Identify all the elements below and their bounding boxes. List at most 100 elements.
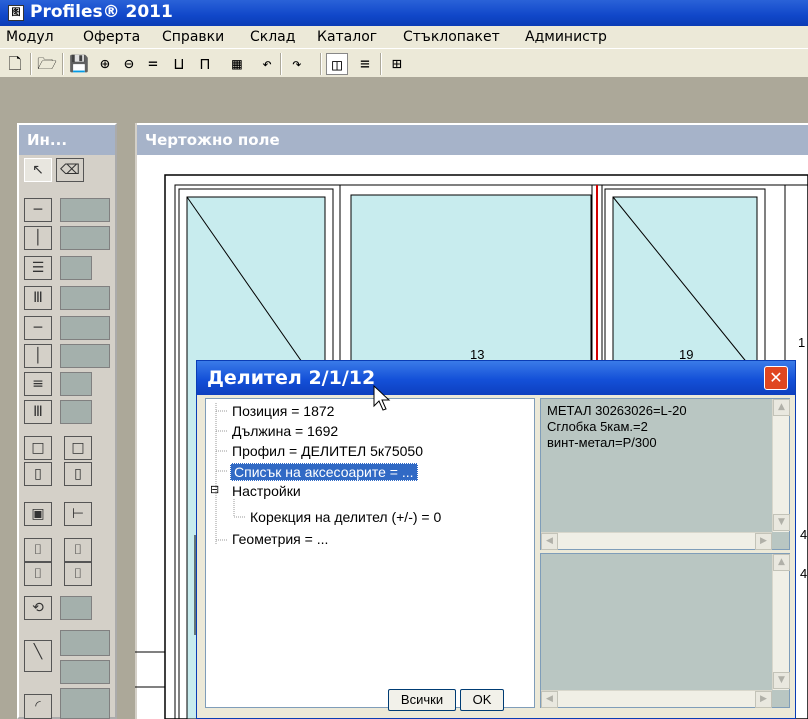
sash-icon[interactable]: □ — [64, 436, 92, 460]
tree-item-profile[interactable]: Профил = ДЕЛИТЕЛ 5к75050 — [232, 443, 423, 459]
tree-item-divider-correction[interactable]: Корекция на делител (+/-) = 0 — [250, 509, 441, 525]
drawing-title[interactable]: Чертожно поле — [137, 125, 808, 155]
palette-swatch[interactable] — [60, 596, 92, 620]
menu-sklad[interactable]: Склад — [250, 29, 295, 45]
v-divider-icon[interactable]: │ — [24, 226, 52, 250]
sash-icon[interactable]: ▯ — [64, 462, 92, 486]
menu-oferta[interactable]: Оферта — [83, 29, 140, 45]
profile-l-icon[interactable]: ⊔ — [168, 53, 190, 75]
redo-icon[interactable]: ↷ — [286, 53, 308, 75]
palette-swatch[interactable] — [60, 256, 92, 280]
dialog-title: Делител 2/1/12 — [207, 367, 376, 389]
palette-swatch[interactable] — [60, 660, 110, 684]
scroll-right-icon[interactable]: ▶ — [755, 691, 772, 708]
tree-item-geometry[interactable]: Геометрия = ... — [232, 531, 328, 547]
arc-icon[interactable]: ◜ — [24, 694, 52, 719]
door-icon[interactable]: ⌷ — [24, 562, 52, 586]
sash-icon[interactable]: □ — [24, 436, 52, 460]
door-icon[interactable]: ⌷ — [24, 538, 52, 562]
palette-swatch[interactable] — [60, 344, 110, 368]
toolbar-separator — [320, 53, 322, 75]
scroll-up-icon[interactable]: ▲ — [773, 399, 790, 416]
palette-swatch[interactable] — [60, 688, 110, 719]
palette-swatch[interactable] — [60, 372, 92, 396]
menu-administr[interactable]: Администр — [525, 29, 607, 45]
rotate-icon[interactable]: ⟲ — [24, 596, 52, 620]
sash-icon[interactable]: ▯ — [24, 462, 52, 486]
menu-spravki[interactable]: Справки — [162, 29, 224, 45]
h-divider-icon[interactable]: ─ — [24, 198, 52, 222]
multi-h-divider-icon[interactable]: ☰ — [24, 256, 52, 280]
h-line-icon[interactable]: ─ — [24, 316, 52, 340]
frame-icon[interactable]: ▣ — [24, 502, 52, 526]
palette-swatch[interactable] — [60, 630, 110, 656]
toolbar-separator — [280, 53, 282, 75]
palette-title[interactable]: Ин... — [19, 125, 115, 155]
toolbar: 🗋 🗁 💾 ⊕ ⊖ = ⊔ ⊓ ▦ ↶ ↷ ◫ ≡ ⊞ — [0, 48, 808, 78]
door-icon[interactable]: ⌷ — [64, 538, 92, 562]
close-icon[interactable]: ✕ — [764, 366, 788, 390]
h-lines-icon[interactable]: ≡ — [24, 372, 52, 396]
tree-item-length[interactable]: Дължина = 1692 — [232, 423, 338, 439]
memo-line: Сглобка 5кам.=2 — [547, 419, 648, 434]
dimension-label: 1 — [798, 335, 806, 350]
toolbar-separator — [380, 53, 382, 75]
grid-frame-icon[interactable]: ▦ — [222, 53, 252, 75]
secondary-memo[interactable]: ▲ ▼ ◀ ▶ — [540, 553, 790, 708]
v-line-icon[interactable]: │ — [24, 344, 52, 368]
palette-swatch[interactable] — [60, 316, 110, 340]
handle-icon[interactable]: ⊢ — [64, 502, 92, 526]
table-icon[interactable]: ⊞ — [386, 53, 408, 75]
menu-stakloplaket[interactable]: Стъклопакет — [403, 29, 500, 45]
toolbar-separator — [30, 53, 32, 75]
dimension-label: 4 — [800, 527, 808, 542]
dimension-label: 4 — [800, 566, 808, 581]
horizontal-scrollbar[interactable]: ◀ ▶ — [541, 532, 772, 550]
zoom-out-icon[interactable]: ⊖ — [118, 53, 140, 75]
menu-modul[interactable]: Модул — [6, 29, 54, 45]
menu-bar: Модул Оферта Справки Склад Каталог Стъкл… — [0, 26, 808, 48]
all-button[interactable]: Всички — [388, 689, 456, 711]
horizontal-scrollbar[interactable]: ◀ ▶ — [541, 690, 772, 708]
toolbar-separator — [62, 53, 64, 75]
new-icon[interactable]: 🗋 — [4, 53, 26, 75]
diagonal-icon[interactable]: ╲ — [24, 640, 52, 672]
vertical-scrollbar[interactable]: ▲ ▼ — [772, 399, 790, 532]
scroll-left-icon[interactable]: ◀ — [541, 533, 558, 550]
multi-v-divider-icon[interactable]: Ⅲ — [24, 286, 52, 310]
open-icon[interactable]: 🗁 — [36, 53, 58, 75]
eraser-icon[interactable]: ⌫ — [56, 158, 84, 182]
select-arrow-icon[interactable]: ↖ — [24, 158, 52, 182]
tree-item-accessories[interactable]: Списък на аксесоарите = ... — [230, 463, 418, 481]
menu-katalog[interactable]: Каталог — [317, 29, 377, 45]
scroll-up-icon[interactable]: ▲ — [773, 554, 790, 571]
v-lines-icon[interactable]: Ⅲ — [24, 400, 52, 424]
memo-line: винт-метал=P/300 — [547, 435, 657, 450]
palette-swatch[interactable] — [60, 198, 110, 222]
collapse-icon[interactable]: ⊟ — [210, 483, 219, 496]
profile-t-icon[interactable]: ⊓ — [194, 53, 216, 75]
mouse-cursor-icon — [373, 384, 391, 411]
tree-item-settings[interactable]: Настройки — [232, 483, 301, 499]
scroll-down-icon[interactable]: ▼ — [773, 514, 790, 531]
undo-icon[interactable]: ↶ — [256, 53, 278, 75]
palette-swatch[interactable] — [60, 400, 92, 424]
app-icon: 图 — [8, 5, 24, 21]
scroll-down-icon[interactable]: ▼ — [773, 672, 790, 689]
zoom-in-icon[interactable]: ⊕ — [94, 53, 116, 75]
equal-icon[interactable]: = — [142, 53, 164, 75]
properties-tree: Позиция = 1872 Дължина = 1692 Профил = Д… — [205, 398, 535, 708]
scroll-right-icon[interactable]: ▶ — [755, 533, 772, 550]
tree-item-position[interactable]: Позиция = 1872 — [232, 403, 334, 419]
palette-swatch[interactable] — [60, 286, 110, 310]
vertical-scrollbar[interactable]: ▲ ▼ — [772, 554, 790, 690]
lines-icon[interactable]: ≡ — [354, 53, 376, 75]
two-pane-icon[interactable]: ◫ — [326, 53, 348, 75]
palette-swatch[interactable] — [60, 226, 110, 250]
scroll-left-icon[interactable]: ◀ — [541, 691, 558, 708]
door-icon[interactable]: ⌷ — [64, 562, 92, 586]
accessories-memo[interactable]: МЕТАЛ 30263026=L-20 Сглобка 5кам.=2 винт… — [540, 398, 790, 550]
app-title: Profiles® 2011 — [30, 2, 173, 22]
ok-button[interactable]: OK — [460, 689, 504, 711]
save-icon[interactable]: 💾 — [68, 53, 90, 75]
